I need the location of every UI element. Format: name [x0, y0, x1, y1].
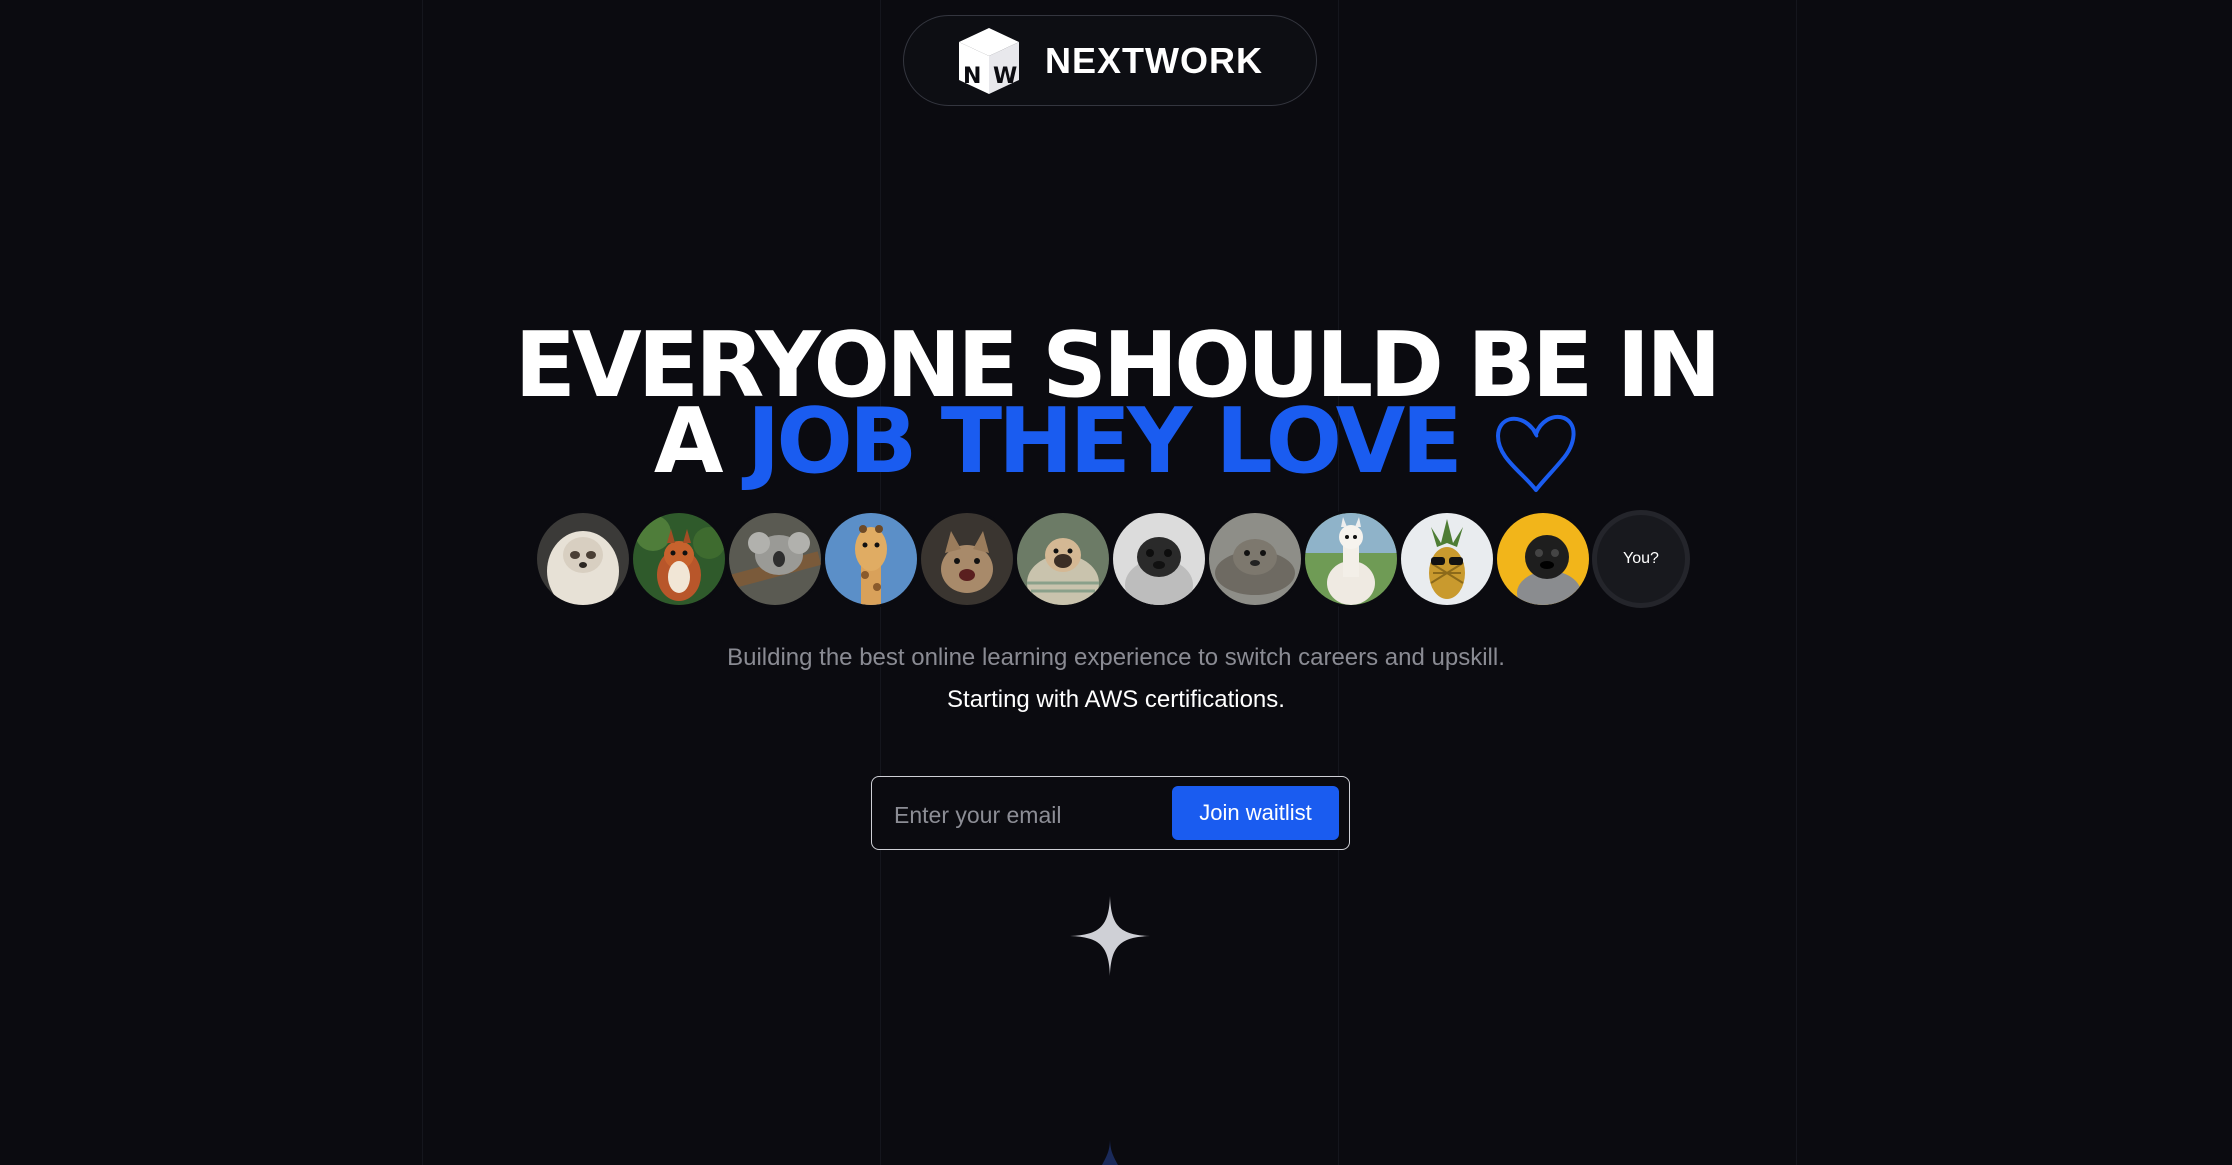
- logo-letter: N: [963, 64, 981, 89]
- heart-outline-icon: [1492, 408, 1578, 496]
- avatar-pug-yellow: [1494, 510, 1592, 608]
- hero-headline: EVERYONE SHOULD BE IN A JOB THEY LOVE: [0, 321, 2232, 496]
- brand-name: NEXTWORK: [1045, 39, 1263, 81]
- avatar-pug: [1110, 510, 1208, 608]
- avatar-stack: You?: [534, 510, 1690, 608]
- avatar-giraffe: [822, 510, 920, 608]
- avatar-sloth: [534, 510, 632, 608]
- nextwork-logo-icon: N W: [957, 26, 1021, 96]
- headline-accent: JOB THEY LOVE: [746, 389, 1463, 494]
- sparkle-icon: [1102, 1140, 1118, 1165]
- background-grid-line: [1796, 0, 1797, 1165]
- avatar-koala: [726, 510, 824, 608]
- avatar-alpaca: [1302, 510, 1400, 608]
- avatar-pug-blanket: [1014, 510, 1112, 608]
- background-grid-line: [422, 0, 423, 1165]
- avatar-squirrel: [630, 510, 728, 608]
- hero-subtitle: Building the best online learning experi…: [727, 644, 1505, 671]
- brand-logo-link[interactable]: N W NEXTWORK: [903, 15, 1317, 106]
- waitlist-form: Join waitlist: [871, 776, 1350, 850]
- avatar-cat: [918, 510, 1016, 608]
- avatar-pineapple: [1398, 510, 1496, 608]
- avatar-you-label: You?: [1623, 550, 1659, 567]
- headline-line-2: A JOB THEY LOVE: [0, 397, 2232, 496]
- logo-letter: W: [993, 64, 1017, 89]
- headline-prefix: A: [653, 389, 724, 494]
- avatar-you-placeholder: You?: [1592, 510, 1690, 608]
- sparkle-icon: [1070, 896, 1150, 976]
- avatar-seal: [1206, 510, 1304, 608]
- email-input[interactable]: [892, 795, 1166, 835]
- hero-subtitle-emphasis: Starting with AWS certifications.: [947, 686, 1285, 713]
- join-waitlist-button[interactable]: Join waitlist: [1172, 786, 1339, 840]
